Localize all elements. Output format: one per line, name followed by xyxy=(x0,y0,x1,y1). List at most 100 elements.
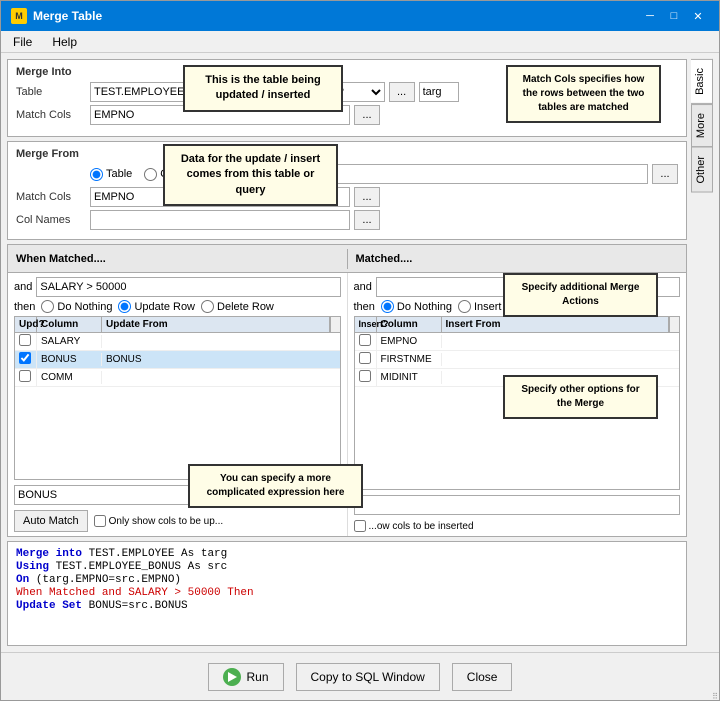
delete-row-option[interactable]: Delete Row xyxy=(201,300,274,313)
source-type-radio-group: Table Query xyxy=(90,168,190,181)
tab-basic[interactable]: Basic xyxy=(691,59,713,104)
sql-line-5: Update Set BONUS=src.BONUS xyxy=(16,600,678,612)
main-content: Merge Into This is the table being updat… xyxy=(1,53,719,652)
insert-row-radio[interactable] xyxy=(458,300,471,313)
merge-from-matchcols-row: Match Cols ... xyxy=(16,187,678,207)
close-window-button[interactable]: ✕ xyxy=(687,7,709,25)
ins-from-midinit[interactable] xyxy=(442,377,680,379)
insert-table-header: Insert? Column Insert From xyxy=(355,317,680,333)
when-matched-cond-row: and xyxy=(14,277,341,297)
merge-into-table-input[interactable] xyxy=(90,82,260,102)
merge-header-row: When Matched.... Matched.... xyxy=(8,245,686,273)
ins-checkbox-2[interactable] xyxy=(359,352,371,364)
copy-to-sql-button[interactable]: Copy to SQL Window xyxy=(296,663,440,691)
tab-more[interactable]: More xyxy=(691,104,713,147)
table-row: MIDINIT xyxy=(355,369,680,387)
sql-line-2: Using TEST.EMPLOYEE_BONUS As src xyxy=(16,561,678,573)
sql-on-kw: On xyxy=(16,574,36,586)
merge-from-browse-button[interactable]: ... xyxy=(652,164,678,184)
from-salary[interactable] xyxy=(102,341,340,343)
ins-from-firstnme[interactable] xyxy=(442,359,680,361)
expression-input[interactable] xyxy=(14,485,341,505)
from-comm[interactable] xyxy=(102,377,340,379)
resize-grip[interactable]: ⠿ xyxy=(710,691,720,701)
ins-check-2 xyxy=(355,351,377,368)
alias-input[interactable] xyxy=(419,82,459,102)
expression-input-right[interactable] xyxy=(354,495,681,515)
sql-merge-target: TEST.EMPLOYEE As targ xyxy=(89,548,228,560)
not-matched-header: Matched.... xyxy=(348,249,687,269)
table-row: COMM xyxy=(15,369,340,387)
match-cols-label-into: Match Cols xyxy=(16,109,86,121)
only-show-cols-option-right[interactable]: ...ow cols to be inserted xyxy=(354,520,474,532)
table-browse-button[interactable]: ... xyxy=(389,82,415,102)
main-window: M Merge Table ─ □ ✕ File Help Merge Into… xyxy=(0,0,720,701)
merge-into-section: Merge Into This is the table being updat… xyxy=(7,59,687,137)
insert-col-header: Column xyxy=(377,317,442,332)
bottom-controls-left: Auto Match Only show cols to be up... xyxy=(14,510,341,532)
scrollbar-right[interactable] xyxy=(669,317,679,332)
merge-from-table-input[interactable] xyxy=(198,164,648,184)
upd-col-header: Upd? xyxy=(15,317,37,332)
sql-using-source: TEST.EMPLOYEE_BONUS As src xyxy=(56,561,228,573)
update-row-option[interactable]: Update Row xyxy=(118,300,195,313)
only-show-cols-checkbox-right[interactable] xyxy=(354,520,366,532)
insert-from-header: Insert From xyxy=(442,317,670,332)
delete-row-radio[interactable] xyxy=(201,300,214,313)
upd-check-3 xyxy=(15,369,37,386)
merge-from-label: Merge From xyxy=(16,148,678,160)
table-row: BONUS BONUS xyxy=(15,351,340,369)
close-button[interactable]: Close xyxy=(452,663,513,691)
merge-into-matchcols-row: Match Cols ... xyxy=(16,105,678,125)
upd-checkbox-2[interactable] xyxy=(19,352,31,364)
upd-checkbox-1[interactable] xyxy=(19,334,31,346)
do-nothing-option-left[interactable]: Do Nothing xyxy=(41,300,112,313)
auto-match-button[interactable]: Auto Match xyxy=(14,510,88,532)
title-bar: M Merge Table ─ □ ✕ xyxy=(1,1,719,31)
table-radio-input[interactable] xyxy=(90,168,103,181)
col-names-browse[interactable]: ... xyxy=(354,210,380,230)
minimize-button[interactable]: ─ xyxy=(639,7,661,25)
ins-from-empno[interactable] xyxy=(442,341,680,343)
sql-using-kw: Using xyxy=(16,561,56,573)
maximize-button[interactable]: □ xyxy=(663,7,685,25)
not-matched-condition-input[interactable] xyxy=(376,277,680,297)
query-radio-input[interactable] xyxy=(144,168,157,181)
table-row: FIRSTNME xyxy=(355,351,680,369)
only-show-cols-checkbox-left[interactable] xyxy=(94,515,106,527)
query-radio-option[interactable]: Query xyxy=(144,168,190,181)
match-cols-label-from: Match Cols xyxy=(16,191,86,203)
ins-checkbox-3[interactable] xyxy=(359,370,371,382)
do-nothing-option-right[interactable]: Do Nothing xyxy=(381,300,452,313)
col-names-input[interactable] xyxy=(90,210,350,230)
insert-check-header: Insert? xyxy=(355,317,377,332)
do-nothing-radio-left[interactable] xyxy=(41,300,54,313)
merge-from-section: Merge From Data for the update / insert … xyxy=(7,141,687,240)
scrollbar-left[interactable] xyxy=(330,317,340,332)
then-label-right: then xyxy=(354,301,375,313)
insert-row-option[interactable]: Insert Row xyxy=(458,300,527,313)
from-bonus[interactable]: BONUS xyxy=(102,353,340,366)
tab-other[interactable]: Other xyxy=(691,147,713,193)
upd-checkbox-3[interactable] xyxy=(19,370,31,382)
insert-rows-container: EMPNO FIRSTNME MIDIN xyxy=(355,333,680,489)
update-row-radio[interactable] xyxy=(118,300,131,313)
table-row: SALARY xyxy=(15,333,340,351)
do-nothing-radio-right[interactable] xyxy=(381,300,394,313)
ins-checkbox-1[interactable] xyxy=(359,334,371,346)
match-cols-from-browse[interactable]: ... xyxy=(354,187,380,207)
when-matched-condition-input[interactable] xyxy=(36,277,340,297)
menu-file[interactable]: File xyxy=(9,34,36,50)
col-names-row: Col Names ... xyxy=(16,210,678,230)
only-show-cols-option-left[interactable]: Only show cols to be up... xyxy=(94,515,224,527)
run-button[interactable]: Run xyxy=(208,663,284,691)
match-cols-into-browse[interactable]: ... xyxy=(354,105,380,125)
when-matched-action-row: then Do Nothing Update Row xyxy=(14,300,341,313)
run-triangle xyxy=(228,672,237,682)
match-cols-from-input[interactable] xyxy=(90,187,350,207)
menu-help[interactable]: Help xyxy=(48,34,81,50)
match-cols-into-input[interactable] xyxy=(90,105,350,125)
col-names-label: Col Names xyxy=(16,214,86,226)
database-select[interactable]: DB2SAMP xyxy=(285,82,385,102)
table-radio-option[interactable]: Table xyxy=(90,168,132,181)
